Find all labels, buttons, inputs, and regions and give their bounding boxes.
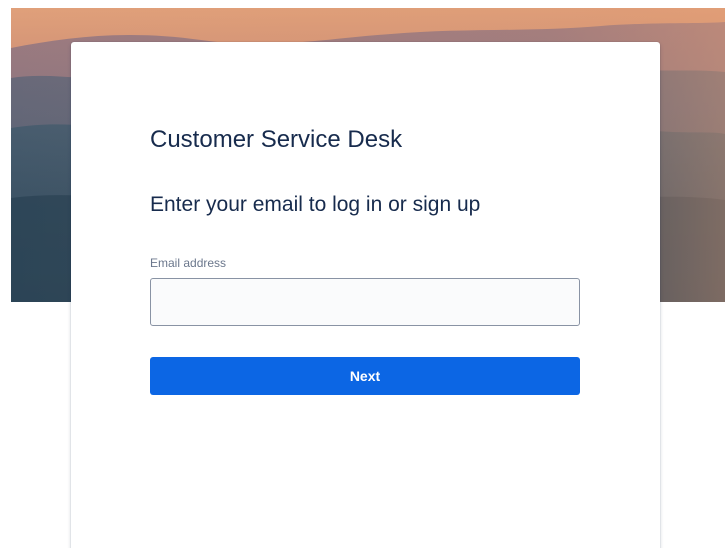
page-title: Customer Service Desk <box>150 126 403 153</box>
login-card: Customer Service Desk Enter your email t… <box>71 42 660 548</box>
email-field[interactable] <box>150 278 580 326</box>
email-label: Email address <box>150 256 227 270</box>
login-subtitle: Enter your email to log in or sign up <box>150 193 481 216</box>
login-page: Customer Service Desk Enter your email t… <box>0 0 725 548</box>
next-button[interactable]: Next <box>150 357 580 395</box>
